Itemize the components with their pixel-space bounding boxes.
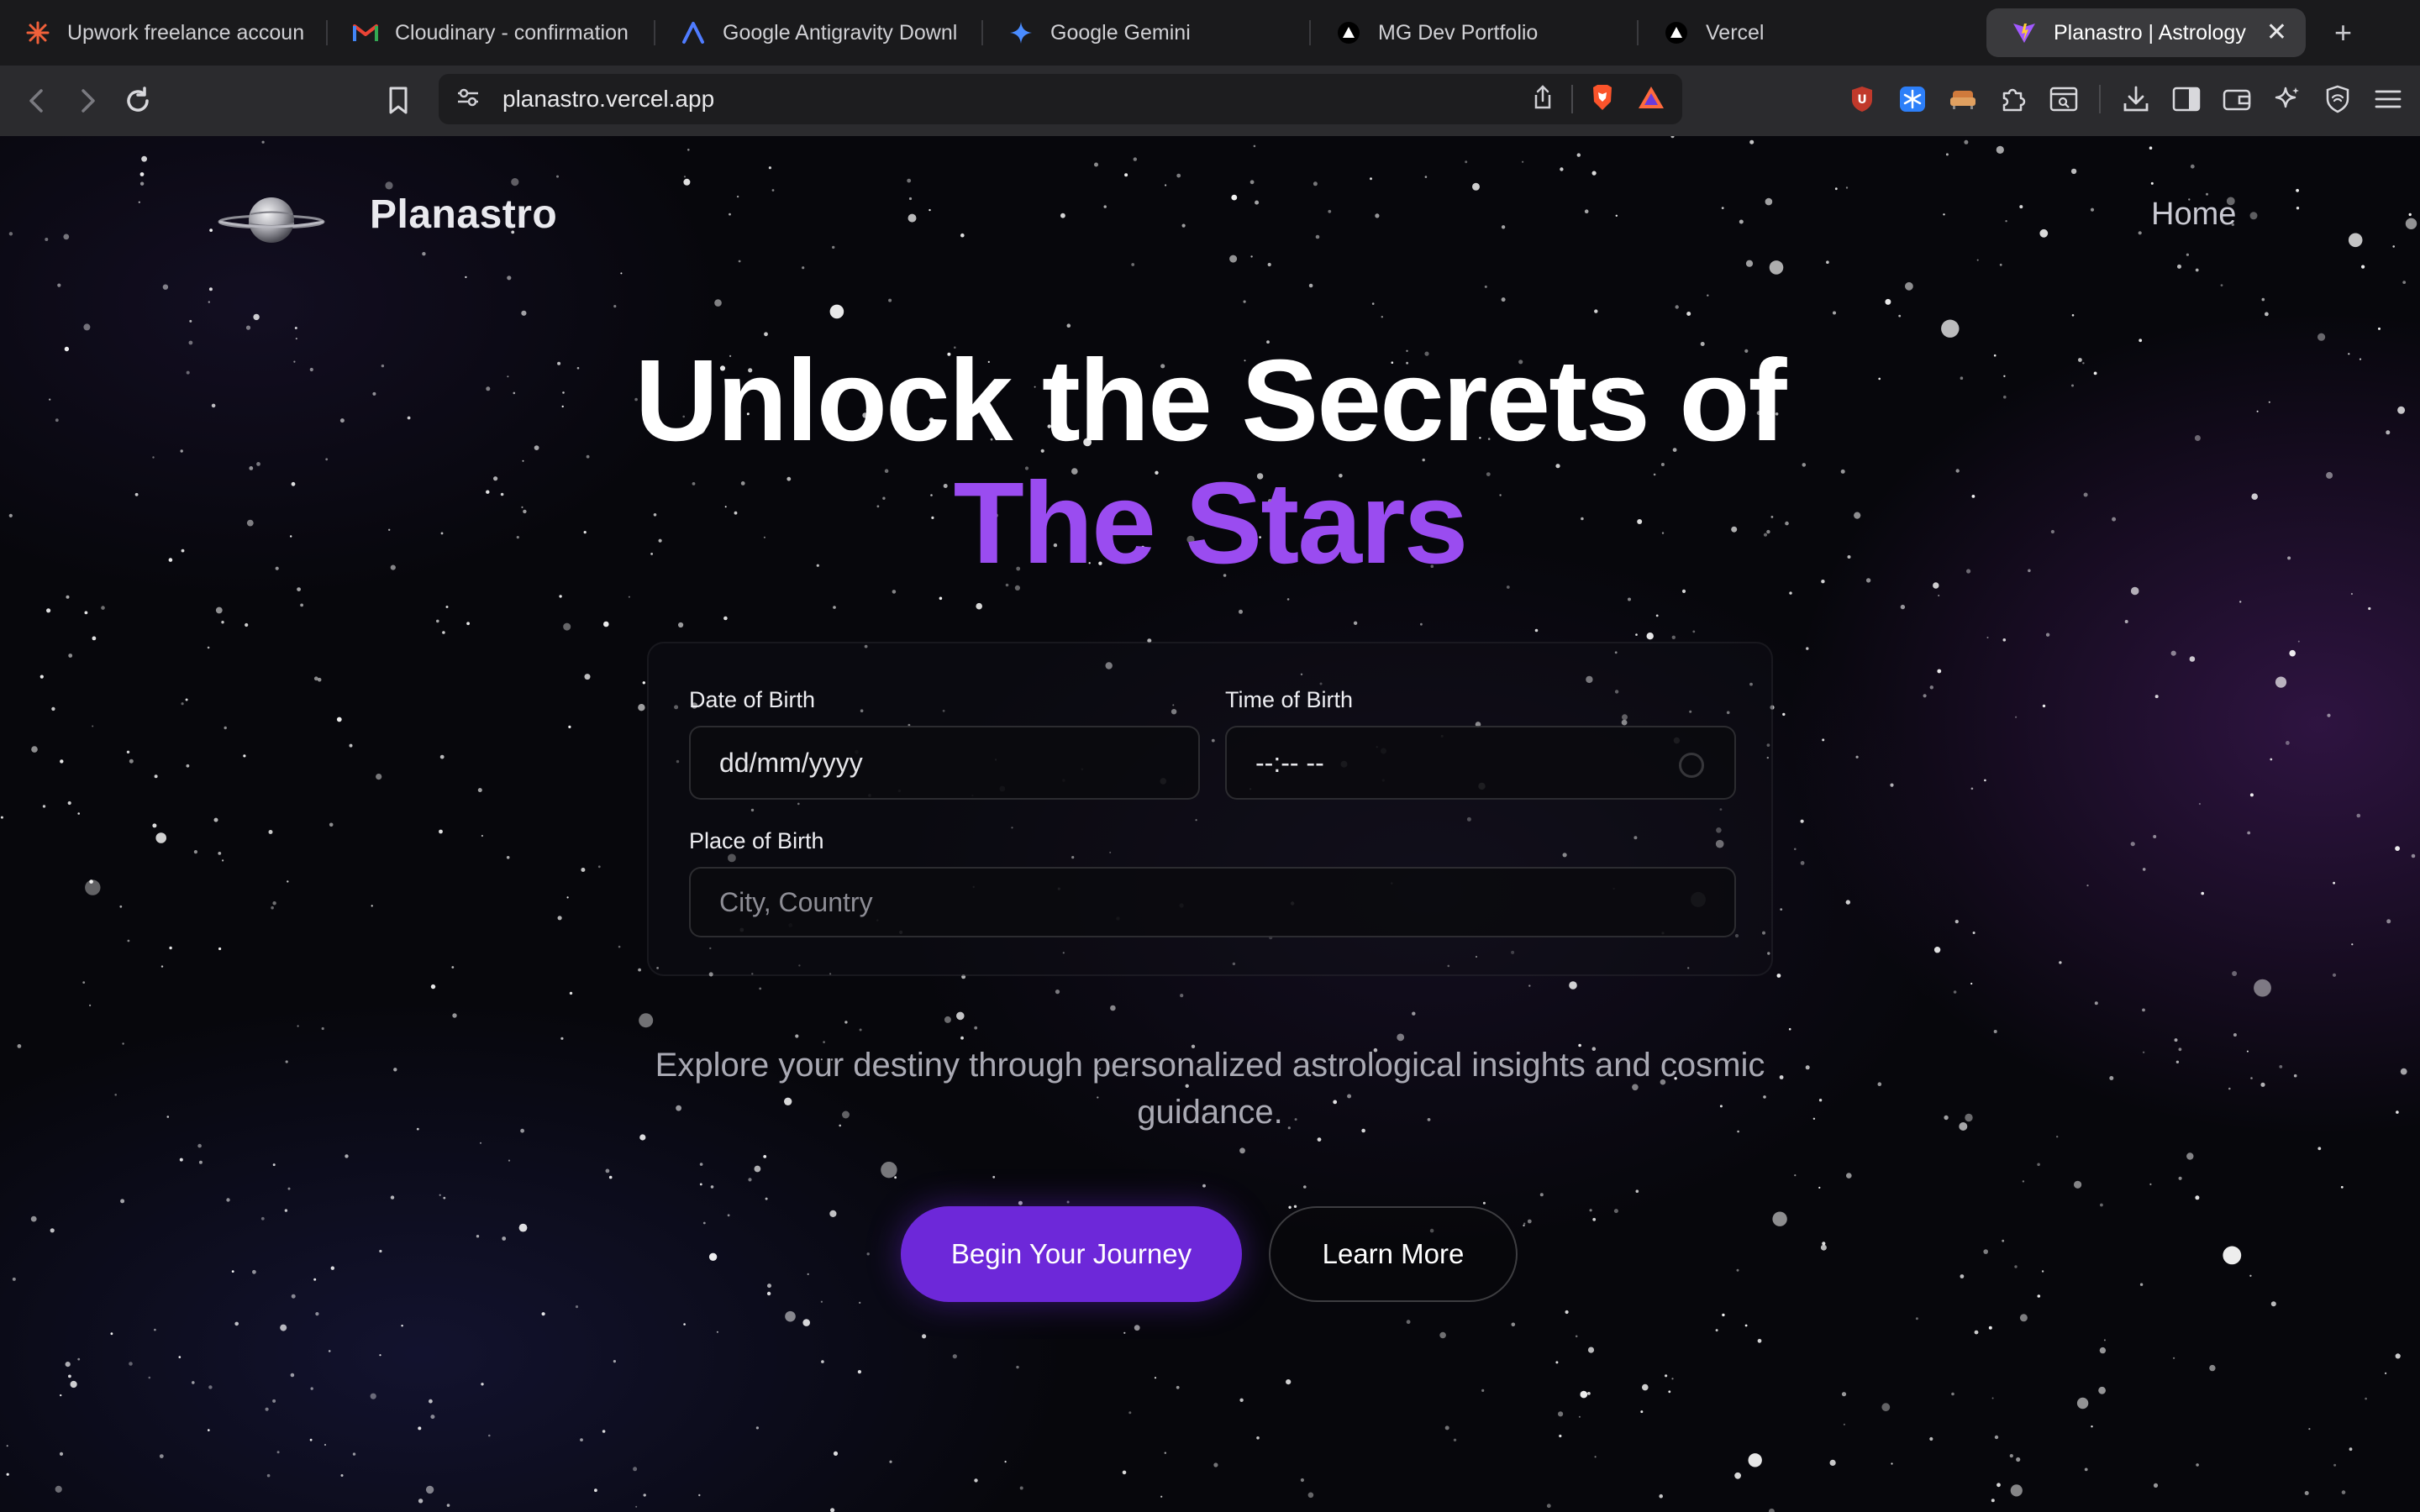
- saturn-logo-icon[interactable]: [217, 186, 326, 254]
- back-button[interactable]: [17, 81, 57, 121]
- tab-label: Vercel: [1706, 20, 1765, 45]
- sofa-extension-icon[interactable]: [1948, 84, 1978, 114]
- vercel-triangle-icon: [1336, 20, 1361, 45]
- begin-journey-button[interactable]: Begin Your Journey: [901, 1206, 1242, 1302]
- svg-text:U: U: [1857, 93, 1866, 107]
- brave-rewards-icon[interactable]: [1637, 85, 1665, 114]
- address-bar[interactable]: planastro.vercel.app: [439, 74, 1682, 124]
- browser-toolbar: planastro.vercel.app U: [0, 66, 2420, 136]
- gmail-icon: [353, 20, 378, 45]
- tab-vercel[interactable]: Vercel: [1639, 8, 1966, 57]
- brand-name[interactable]: Planastro: [370, 192, 557, 238]
- browser-tab-strip: Upwork freelance accoun Cloudinary - con…: [0, 0, 2420, 66]
- tab-upwork[interactable]: Upwork freelance accoun: [0, 8, 328, 57]
- chevron-left-icon: [29, 89, 43, 113]
- bookmark-button[interactable]: [378, 81, 418, 121]
- sidebar-toggle-icon[interactable]: [2171, 84, 2202, 114]
- reload-button[interactable]: [118, 81, 158, 121]
- tab-mg-dev-portfolio[interactable]: MG Dev Portfolio: [1311, 8, 1639, 57]
- menu-hamburger-icon[interactable]: [2373, 84, 2403, 114]
- tab-planastro-active[interactable]: Planastro | Astrology ✕: [1986, 8, 2306, 57]
- pob-label: Place of Birth: [689, 828, 824, 853]
- tab-search-icon[interactable]: [2049, 84, 2079, 114]
- page-viewport: Planastro Home Unlock the Secrets of The…: [0, 136, 2420, 1512]
- tab-antigravity[interactable]: Google Antigravity Downl: [655, 8, 983, 57]
- tab-label: MG Dev Portfolio: [1378, 20, 1539, 45]
- divider: [1571, 85, 1573, 113]
- upwork-asterisk-icon: [25, 20, 50, 45]
- snowflake-extension-icon[interactable]: [1897, 84, 1928, 114]
- close-tab-icon[interactable]: ✕: [2266, 20, 2287, 45]
- dob-value: dd/mm/yyyy: [719, 747, 863, 778]
- hero-tagline: Explore your destiny through personalize…: [655, 1047, 1765, 1131]
- hero-line-1: Unlock the Secrets of: [634, 336, 1786, 465]
- forward-button[interactable]: [67, 81, 108, 121]
- brave-shields-icon[interactable]: [1590, 83, 1615, 116]
- vpn-shield-icon[interactable]: [2323, 84, 2353, 114]
- ublock-icon[interactable]: U: [1847, 84, 1877, 114]
- reload-icon: [127, 87, 149, 112]
- tab-label: Cloudinary - confirmation: [395, 20, 629, 45]
- tab-label: Google Gemini: [1050, 20, 1191, 45]
- learn-more-button[interactable]: Learn More: [1269, 1206, 1518, 1302]
- tab-gmail[interactable]: Cloudinary - confirmation: [328, 8, 655, 57]
- extensions-row: U: [1847, 77, 2403, 121]
- pob-placeholder: City, Country: [719, 886, 873, 917]
- birth-details-form: Date of Birth dd/mm/yyyy Time of Birth -…: [647, 642, 1773, 976]
- site-settings-icon[interactable]: [455, 85, 481, 114]
- chevron-right-icon: [82, 89, 95, 113]
- share-icon[interactable]: [1531, 84, 1555, 115]
- tob-value: --:-- --: [1255, 747, 1324, 778]
- nav-home-link[interactable]: Home: [2151, 197, 2236, 233]
- tob-input[interactable]: --:-- --: [1225, 726, 1736, 800]
- pob-input[interactable]: City, Country: [689, 867, 1736, 937]
- divider: [2099, 85, 2101, 113]
- url-text[interactable]: planastro.vercel.app: [502, 86, 1531, 113]
- puzzle-extensions-icon[interactable]: [1998, 84, 2028, 114]
- bookmark-icon: [389, 87, 408, 114]
- clock-icon[interactable]: [1679, 753, 1704, 778]
- hero-line-2-accent: The Stars: [953, 459, 1469, 588]
- hero-heading: Unlock the Secrets of The Stars: [0, 339, 2420, 585]
- downloads-icon[interactable]: [2121, 84, 2151, 114]
- vite-icon: [2012, 20, 2037, 45]
- gemini-icon: [1008, 20, 1034, 45]
- tab-label: Planastro | Astrology: [2054, 20, 2246, 45]
- vercel-triangle-icon: [1664, 20, 1689, 45]
- leo-ai-icon[interactable]: [2272, 84, 2302, 114]
- new-tab-button[interactable]: +: [2334, 18, 2352, 48]
- wallet-icon[interactable]: [2222, 84, 2252, 114]
- tab-label: Google Antigravity Downl: [723, 20, 958, 45]
- tab-gemini[interactable]: Google Gemini: [983, 8, 1311, 57]
- tob-label: Time of Birth: [1225, 687, 1354, 712]
- antigravity-icon: [681, 20, 706, 45]
- tab-label: Upwork freelance accoun: [67, 20, 305, 45]
- site-header: Planastro Home: [0, 136, 2420, 296]
- dob-input[interactable]: dd/mm/yyyy: [689, 726, 1200, 800]
- dob-label: Date of Birth: [689, 687, 816, 712]
